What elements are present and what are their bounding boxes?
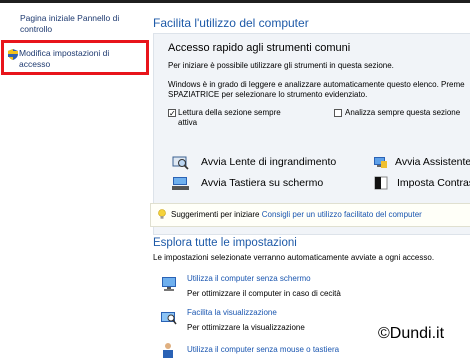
sidebar: Pagina iniziale Pannello di controllo Mo… <box>0 3 149 355</box>
tips-label: Suggerimenti per iniziare <box>171 210 260 219</box>
setting-item-title[interactable]: Utilizza il computer senza schermo <box>187 274 311 283</box>
tool-label: Avvia Lente di ingrandimento <box>201 156 337 168</box>
display-icon <box>161 312 177 325</box>
panel-detail-line: SPAZIATRICE per selezionare lo strumento… <box>168 90 368 99</box>
contrast-icon <box>374 176 388 190</box>
shield-icon <box>8 49 18 60</box>
tips-bar: Suggerimenti per iniziare Consigli per u… <box>150 203 470 227</box>
sidebar-item-control-panel-home[interactable]: Pagina iniziale Pannello di controllo <box>20 13 119 35</box>
sidebar-item-label: Pagina iniziale Pannello di <box>20 13 120 23</box>
setting-item-title[interactable]: Utilizza il computer senza mouse o tasti… <box>187 345 339 354</box>
setting-item-desc: Per ottimizzare la visualizzazione <box>187 323 305 332</box>
sidebar-item-label: accesso <box>19 59 51 69</box>
main-content: Facilita l'utilizzo del computer Accesso… <box>146 3 470 358</box>
person-icon <box>163 343 173 358</box>
panel-heading: Accesso rapido agli strumenti comuni <box>168 42 351 54</box>
sidebar-item-label: Modifica impostazioni di <box>19 48 110 58</box>
watermark: ©Dundi.it <box>378 325 445 342</box>
tips-link[interactable]: Consigli per un utilizzo facilitato del … <box>262 210 422 219</box>
always-read-label: Lettura della sezione sempre attiva <box>178 108 281 128</box>
panel-intro: Per iniziare è possibile utilizzare gli … <box>168 61 394 70</box>
tips-text: Suggerimenti per iniziare Consigli per u… <box>171 210 422 219</box>
keyboard-icon <box>172 177 189 190</box>
sidebar-item-text: Modifica impostazioni di accesso <box>19 48 109 70</box>
checkbox-label-line: Lettura della sezione sempre <box>178 108 281 117</box>
panel-detail: Windows è in grado di leggere e analizza… <box>168 80 470 100</box>
lightbulb-icon <box>158 209 166 219</box>
section-heading-explore: Esplora tutte le impostazioni <box>153 237 297 249</box>
tool-label: Avvia Tastiera su schermo <box>201 177 324 189</box>
setting-item-title[interactable]: Facilita la visualizzazione <box>187 308 277 317</box>
section-description: Le impostazioni selezionate verranno aut… <box>153 253 435 262</box>
narrator-icon <box>374 157 387 168</box>
setting-item-desc: Per ottimizzare il computer in caso di c… <box>187 289 341 298</box>
magnifier-icon <box>172 156 189 170</box>
always-read-checkbox[interactable]: ✓ <box>168 109 176 118</box>
monitor-icon <box>162 277 176 291</box>
panel-detail-line: Windows è in grado di leggere e analizza… <box>168 80 465 89</box>
sidebar-item-change-signin-settings[interactable]: Modifica impostazioni di accesso <box>1 40 149 75</box>
always-scan-checkbox[interactable] <box>334 109 342 117</box>
sidebar-item-label: controllo <box>20 24 53 34</box>
checkbox-label-line: attiva <box>178 118 198 127</box>
tool-label: Imposta Contras <box>397 177 470 189</box>
always-scan-label: Analizza sempre questa sezione <box>345 108 461 117</box>
page-title: Facilita l'utilizzo del computer <box>153 16 309 30</box>
tool-label: Avvia Assistente v <box>395 156 470 168</box>
